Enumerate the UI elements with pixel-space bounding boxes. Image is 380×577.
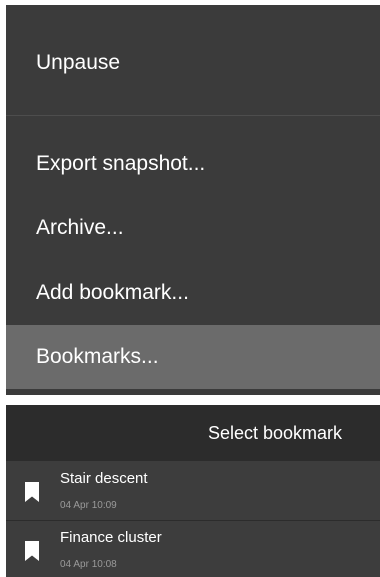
menu-divider xyxy=(6,115,380,116)
bookmark-row[interactable]: Finance cluster 04 Apr 10:08 xyxy=(6,521,380,577)
bookmark-date: 04 Apr 10:09 xyxy=(60,500,117,511)
bookmark-selector: Select bookmark Stair descent 04 Apr 10:… xyxy=(6,405,380,577)
menu-item-export-snapshot[interactable]: Export snapshot... xyxy=(6,132,380,196)
menu-item-archive[interactable]: Archive... xyxy=(6,196,380,260)
menu-item-bookmarks[interactable]: Bookmarks... xyxy=(6,325,380,389)
selector-title: Select bookmark xyxy=(207,423,342,443)
bookmark-icon xyxy=(25,482,39,502)
context-menu: Unpause Export snapshot... Archive... Ad… xyxy=(6,5,380,395)
bookmark-name: Finance cluster xyxy=(60,529,162,546)
bookmark-row[interactable]: Stair descent 04 Apr 10:09 xyxy=(6,462,380,520)
bookmark-name: Stair descent xyxy=(60,470,148,487)
selector-header: Select bookmark xyxy=(6,405,380,461)
menu-item-add-bookmark[interactable]: Add bookmark... xyxy=(6,261,380,325)
bookmark-icon xyxy=(25,541,39,561)
bookmark-date: 04 Apr 10:08 xyxy=(60,559,117,570)
menu-item-unpause[interactable]: Unpause xyxy=(6,31,380,95)
